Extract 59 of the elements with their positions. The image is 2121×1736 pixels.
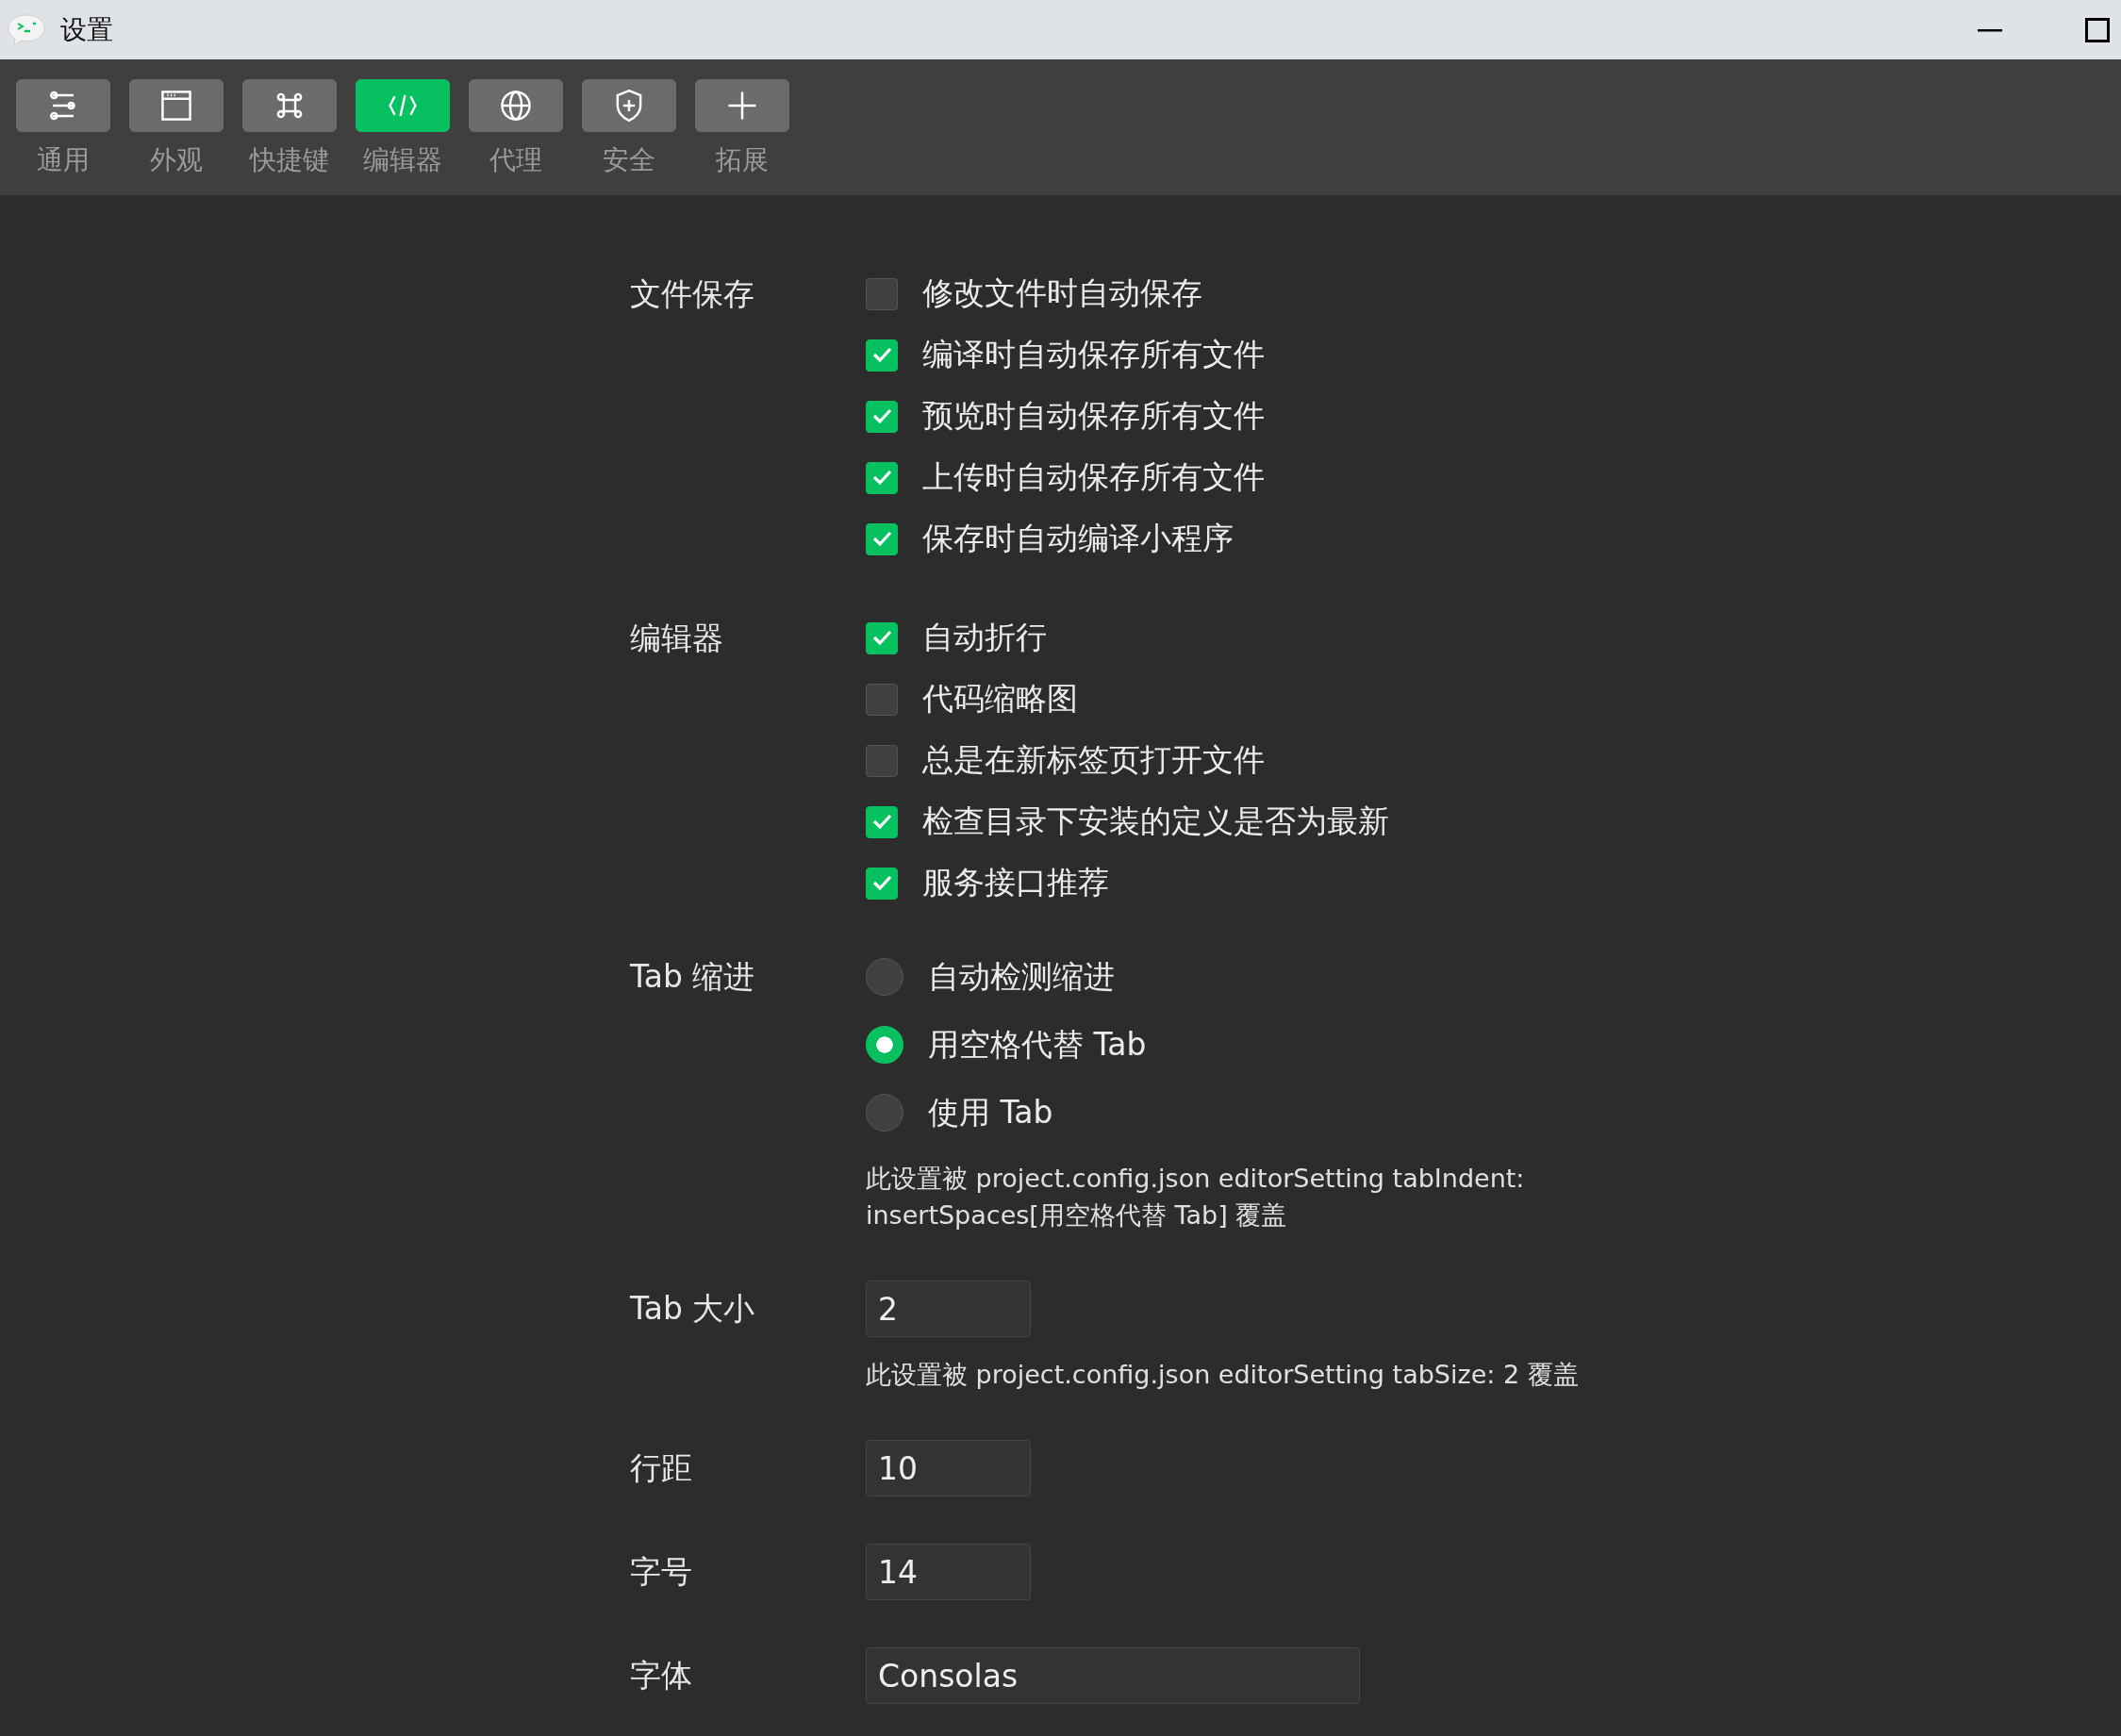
maximize-icon[interactable] <box>2085 17 2110 42</box>
checkbox-label[interactable]: 代码缩略图 <box>922 678 1078 720</box>
radio-button[interactable] <box>866 958 903 996</box>
checkbox-label[interactable]: 检查目录下安装的定义是否为最新 <box>922 801 1389 843</box>
checkbox[interactable] <box>866 339 898 372</box>
checkbox-label[interactable]: 编译时自动保存所有文件 <box>922 334 1265 376</box>
globe-icon <box>500 90 532 122</box>
checkbox-label[interactable]: 总是在新标签页打开文件 <box>922 739 1265 782</box>
override-note: 此设置被 project.config.json editorSetting tabIndent: insertSpaces[用空格代替 Tab] 覆盖 <box>866 1163 1526 1232</box>
checkbox-label[interactable]: 上传时自动保存所有文件 <box>922 456 1265 499</box>
radio-button[interactable] <box>866 1026 903 1064</box>
toolbar-tab[interactable] <box>16 79 110 132</box>
minimize-icon[interactable] <box>1978 27 2002 32</box>
toolbar-label[interactable]: 快捷键 <box>250 143 329 177</box>
setting-label: 行距 <box>630 1448 693 1488</box>
app-logo-icon <box>8 13 45 46</box>
window-icon <box>160 90 192 122</box>
radio-label[interactable]: 用空格代替 Tab <box>928 1023 1147 1066</box>
checkbox[interactable] <box>866 744 898 777</box>
checkbox-label[interactable]: 自动折行 <box>922 617 1047 659</box>
toolbar-tab[interactable] <box>695 79 789 132</box>
toolbar-tab[interactable] <box>129 79 224 132</box>
radio-label[interactable]: 使用 Tab <box>928 1091 1053 1134</box>
setting-label: 字号 <box>630 1552 693 1592</box>
toolbar-tab[interactable] <box>582 79 676 132</box>
radio-button[interactable] <box>866 1094 903 1132</box>
plus-icon <box>726 90 758 122</box>
checkbox[interactable] <box>866 621 898 654</box>
toolbar-label[interactable]: 外观 <box>150 143 203 177</box>
checkbox-label[interactable]: 服务接口推荐 <box>922 862 1109 904</box>
toolbar-label[interactable]: 拓展 <box>716 143 769 177</box>
input-field[interactable]: 14 <box>866 1544 1031 1600</box>
toolbar-label[interactable]: 代理 <box>489 143 542 177</box>
setting-label: Tab 缩进 <box>630 957 756 997</box>
checkbox[interactable] <box>866 805 898 838</box>
checkbox[interactable] <box>866 522 898 555</box>
toolbar-label[interactable]: 通用 <box>37 143 90 177</box>
toolbar-tab[interactable] <box>469 79 563 132</box>
input-field[interactable]: 10 <box>866 1440 1031 1496</box>
checkbox[interactable] <box>866 277 898 310</box>
checkbox-label[interactable]: 保存时自动编译小程序 <box>922 518 1234 560</box>
setting-label: 文件保存 <box>630 274 755 314</box>
setting-label: 字体 <box>630 1656 693 1695</box>
toolbar-label[interactable]: 编辑器 <box>363 143 442 177</box>
checkbox-label[interactable]: 修改文件时自动保存 <box>922 273 1202 315</box>
checkbox[interactable] <box>866 400 898 433</box>
toolbar-label[interactable]: 安全 <box>603 143 655 177</box>
setting-label: 编辑器 <box>630 619 724 658</box>
override-note: 此设置被 project.config.json editorSetting tabSize: 2 覆盖 <box>866 1359 1579 1391</box>
checkbox[interactable] <box>866 683 898 716</box>
checkbox[interactable] <box>866 461 898 494</box>
input-field[interactable]: Consolas <box>866 1647 1360 1704</box>
checkbox[interactable] <box>866 867 898 900</box>
input-field[interactable]: 2 <box>866 1281 1031 1337</box>
setting-label: Tab 大小 <box>630 1289 756 1329</box>
radio-label[interactable]: 自动检测缩进 <box>928 955 1115 999</box>
window-title: 设置 <box>60 12 113 47</box>
checkbox-label[interactable]: 预览时自动保存所有文件 <box>922 395 1265 438</box>
toolbar-tab[interactable] <box>242 79 337 132</box>
